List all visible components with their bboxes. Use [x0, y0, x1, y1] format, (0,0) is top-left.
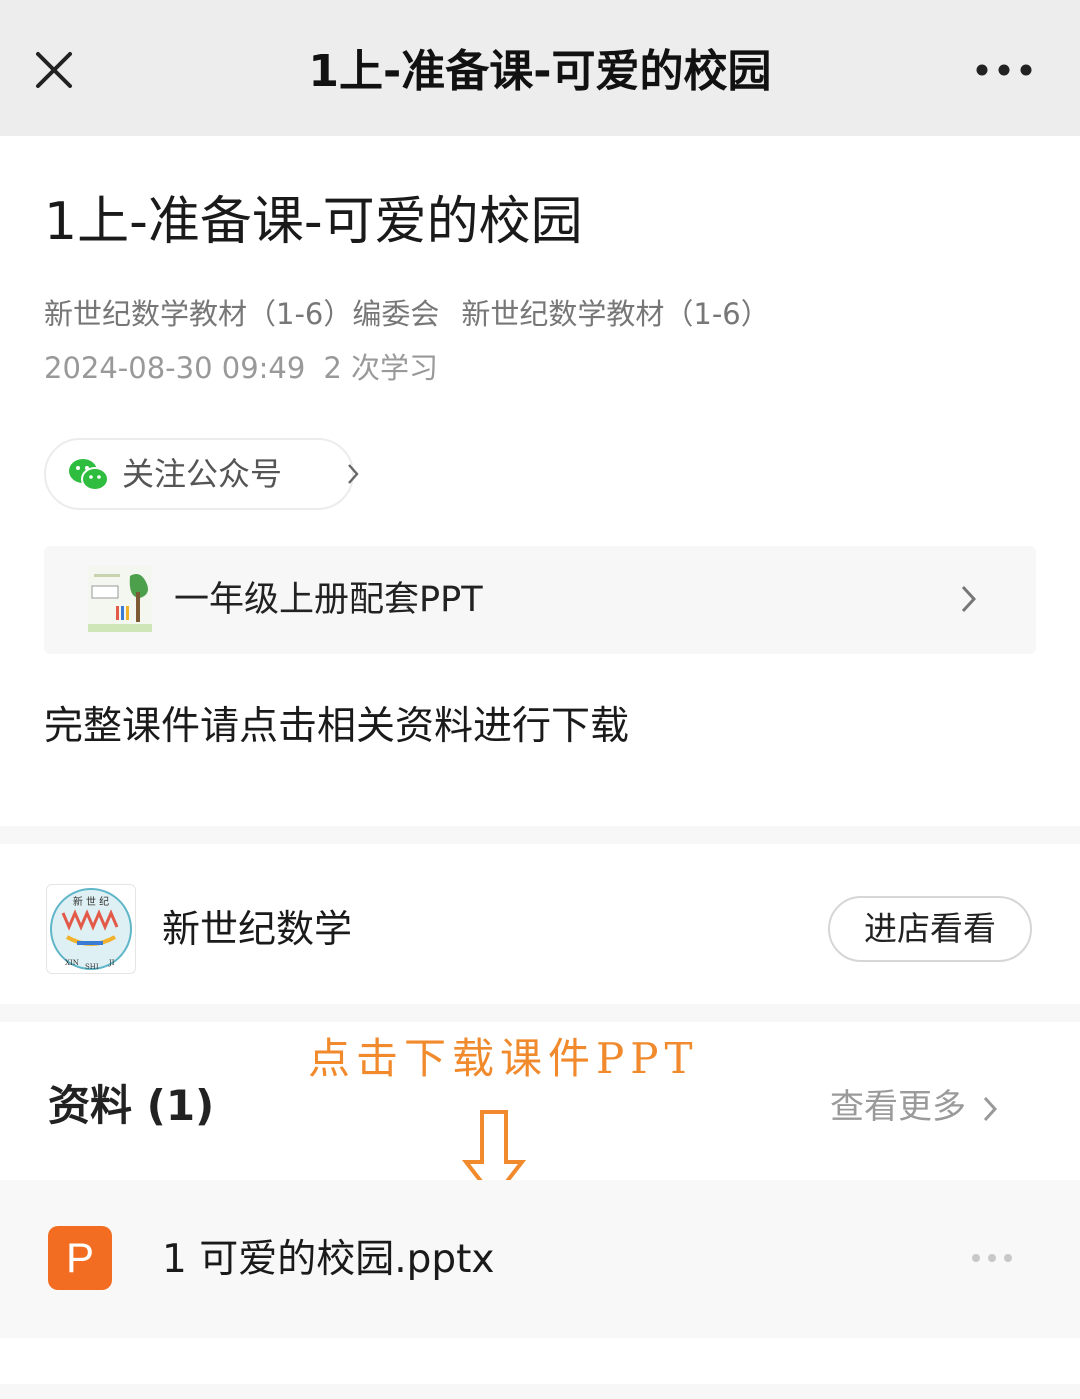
chevron-right-icon: [348, 464, 359, 484]
download-annotation: 点击下载课件PPT: [308, 1034, 699, 1083]
more-icon[interactable]: [972, 50, 1036, 90]
article-title: 1上-准备课-可爱的校园: [44, 192, 583, 252]
author-line: 新世纪数学教材（1-6）编委会 新世纪数学教材（1-6）: [44, 292, 792, 336]
view-more-link[interactable]: 查看更多: [830, 1082, 998, 1132]
section-divider: [0, 1004, 1080, 1022]
nav-bar: 1上-准备课-可爱的校园: [0, 0, 1080, 136]
shop-logo-icon: 新 世 纪 XIN SHI JI: [50, 888, 132, 971]
view-more-label: 查看更多: [830, 1087, 966, 1127]
collection-label: 一年级上册配套PPT: [174, 580, 483, 620]
pptx-file-icon: P: [48, 1226, 112, 1290]
body-paragraph: 完整课件请点击相关资料进行下载: [44, 704, 630, 749]
view-count: 2 次学习: [323, 351, 438, 385]
meta-info: 2024-08-30 09:49 2 次学习: [44, 346, 456, 390]
logo-bottom-text-2: SHI: [85, 963, 99, 971]
shop-avatar[interactable]: 新 世 纪 XIN SHI JI: [46, 884, 136, 974]
visit-shop-button[interactable]: 进店看看: [828, 896, 1032, 962]
wechat-icon: [69, 459, 109, 491]
collection-thumbnail: [88, 566, 152, 632]
author-name[interactable]: 新世纪数学教材（1-6）编委会: [44, 297, 439, 331]
follow-label: 关注公众号: [122, 455, 283, 493]
more-options-icon[interactable]: [970, 1250, 1014, 1266]
file-item[interactable]: P 1 可爱的校园.pptx: [0, 1180, 1080, 1338]
collection-link[interactable]: 一年级上册配套PPT: [44, 546, 1036, 654]
section-divider: [0, 826, 1080, 844]
close-icon[interactable]: [30, 46, 78, 94]
account-name[interactable]: 新世纪数学教材（1-6）: [461, 297, 769, 331]
file-name: 1 可爱的校园.pptx: [162, 1237, 495, 1282]
resources-title: 资料 (1): [48, 1081, 215, 1130]
chevron-right-icon: [983, 1096, 998, 1121]
bottom-divider: [0, 1384, 1080, 1399]
shop-name[interactable]: 新世纪数学: [162, 900, 352, 958]
file-icon-letter: P: [65, 1234, 94, 1281]
logo-top-text: 新 世 纪: [73, 895, 109, 908]
chevron-right-icon: [961, 585, 977, 613]
follow-account-button[interactable]: 关注公众号: [44, 438, 359, 510]
logo-bottom-text-1: XIN: [65, 959, 79, 967]
publish-date: 2024-08-30 09:49: [44, 351, 306, 385]
nav-title: 1上-准备课-可爱的校园: [308, 46, 772, 97]
logo-bottom-text-3: JI: [108, 959, 115, 967]
